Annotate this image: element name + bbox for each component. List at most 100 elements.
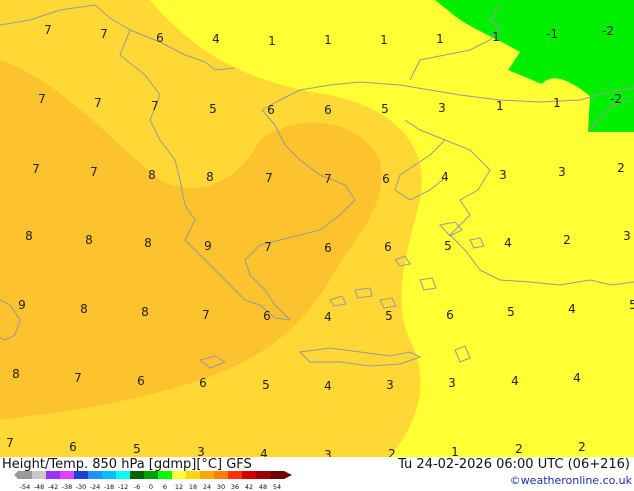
temp-label: 9	[204, 239, 212, 253]
temp-label: 2	[578, 440, 586, 454]
legend-arrow-left	[14, 471, 18, 479]
legend-swatch	[270, 471, 284, 479]
legend-swatch	[74, 471, 88, 479]
map-title: Height/Temp. 850 hPa [gdmp][°C] GFS	[2, 457, 252, 472]
temp-label: 7	[38, 92, 46, 106]
legend-swatch	[228, 471, 242, 479]
footer-bar: Height/Temp. 850 hPa [gdmp][°C] GFS Tu 2…	[0, 457, 634, 491]
temp-label: 4	[573, 371, 581, 385]
temp-label: 3	[623, 229, 631, 243]
legend-swatch	[144, 471, 158, 479]
legend-swatch	[130, 471, 144, 479]
temp-label: -2	[602, 24, 614, 38]
temp-label: 1	[553, 96, 561, 110]
temp-label: 2	[388, 447, 396, 457]
legend-swatch	[172, 471, 186, 479]
temp-label: 7	[44, 23, 52, 37]
legend-swatch	[88, 471, 102, 479]
temp-label: 4	[212, 32, 220, 46]
legend-swatch	[18, 471, 32, 479]
legend-swatch	[158, 471, 172, 479]
temp-label: 7	[74, 371, 82, 385]
temp-label: 8	[144, 236, 152, 250]
legend-swatch	[116, 471, 130, 479]
temp-label: 6	[199, 376, 207, 390]
temp-label: 8	[141, 305, 149, 319]
temp-label: 5	[381, 102, 389, 116]
temp-label: 3	[197, 445, 205, 457]
temp-label: 7	[90, 165, 98, 179]
legend-swatch	[214, 471, 228, 479]
legend-swatch	[102, 471, 116, 479]
temp-label: 7	[151, 99, 159, 113]
copyright-text: ©weatheronline.co.uk	[509, 474, 632, 487]
temp-label: 6	[69, 440, 77, 454]
temp-label: 6	[382, 172, 390, 186]
temp-label: 3	[386, 378, 394, 392]
temp-label: -1	[546, 27, 558, 41]
temp-label: 4	[324, 379, 332, 393]
temp-label: 7	[324, 172, 332, 186]
temp-label: 1	[324, 33, 332, 47]
temp-label: 4	[441, 170, 449, 184]
temp-label: 1	[380, 33, 388, 47]
temp-label: 4	[324, 310, 332, 324]
temp-label: 3	[438, 101, 446, 115]
temp-label: 9	[18, 298, 26, 312]
legend-swatch	[200, 471, 214, 479]
color-legend: -54 -48 -42 -38 -30 -24 -18 -12 -6 0 6 12 18 24 30 36 42…	[14, 471, 292, 491]
temp-label: 2	[617, 161, 625, 175]
temp-label: 1	[268, 34, 276, 48]
temp-label: 2	[515, 442, 523, 456]
temp-label: 3	[499, 168, 507, 182]
temp-label: 6	[156, 31, 164, 45]
temp-label: 3	[558, 165, 566, 179]
temp-label: 7	[264, 240, 272, 254]
legend-swatches	[14, 471, 292, 479]
temp-label: 6	[137, 374, 145, 388]
temp-label: 3	[448, 376, 456, 390]
legend-swatch	[242, 471, 256, 479]
temp-label: 8	[80, 302, 88, 316]
temp-label: 7	[6, 436, 14, 450]
temp-label: 1	[451, 445, 459, 457]
temp-label: 5	[507, 305, 515, 319]
temp-label: 5	[133, 442, 141, 456]
legend-swatch	[256, 471, 270, 479]
temp-label: 6	[324, 103, 332, 117]
temp-label: -2	[610, 92, 622, 106]
temp-label: 6	[324, 241, 332, 255]
temp-label: 5	[385, 309, 393, 323]
temp-label: 8	[25, 229, 33, 243]
temp-label: 7	[32, 162, 40, 176]
temp-label: 1	[436, 32, 444, 46]
temp-label: 8	[148, 168, 156, 182]
temp-label: 6	[446, 308, 454, 322]
weather-map: 7 7 6 4 1 1 1 1 1 -1 -2 7 7 7 5 6 6 5 3 1 1 -2 7 7 8 8 7 7 6 4 3 3 2 8 8 8 9…	[0, 0, 634, 457]
temp-label: 5	[262, 378, 270, 392]
temp-label: 7	[100, 27, 108, 41]
temp-label: 7	[265, 171, 273, 185]
legend-arrow-right	[284, 471, 292, 479]
temp-label: 8	[85, 233, 93, 247]
temp-label: 6	[384, 240, 392, 254]
temp-label: 6	[263, 309, 271, 323]
temp-label: 5	[444, 239, 452, 253]
legend-swatch	[32, 471, 46, 479]
temp-label: 4	[568, 302, 576, 316]
temp-label: 6	[267, 103, 275, 117]
legend-swatch	[186, 471, 200, 479]
temp-label: 5	[629, 298, 634, 312]
temp-label: 7	[94, 96, 102, 110]
temp-label: 4	[504, 236, 512, 250]
temp-label: 1	[496, 99, 504, 113]
temp-label: 2	[563, 233, 571, 247]
temp-label: 4	[511, 374, 519, 388]
temp-label: 7	[202, 308, 210, 322]
valid-time: Tu 24-02-2026 06:00 UTC (06+216)	[398, 457, 630, 472]
temp-label: 8	[12, 367, 20, 381]
temp-label: 5	[209, 102, 217, 116]
temp-label: 3	[324, 448, 332, 457]
temp-label: 4	[260, 447, 268, 457]
legend-swatch	[46, 471, 60, 479]
